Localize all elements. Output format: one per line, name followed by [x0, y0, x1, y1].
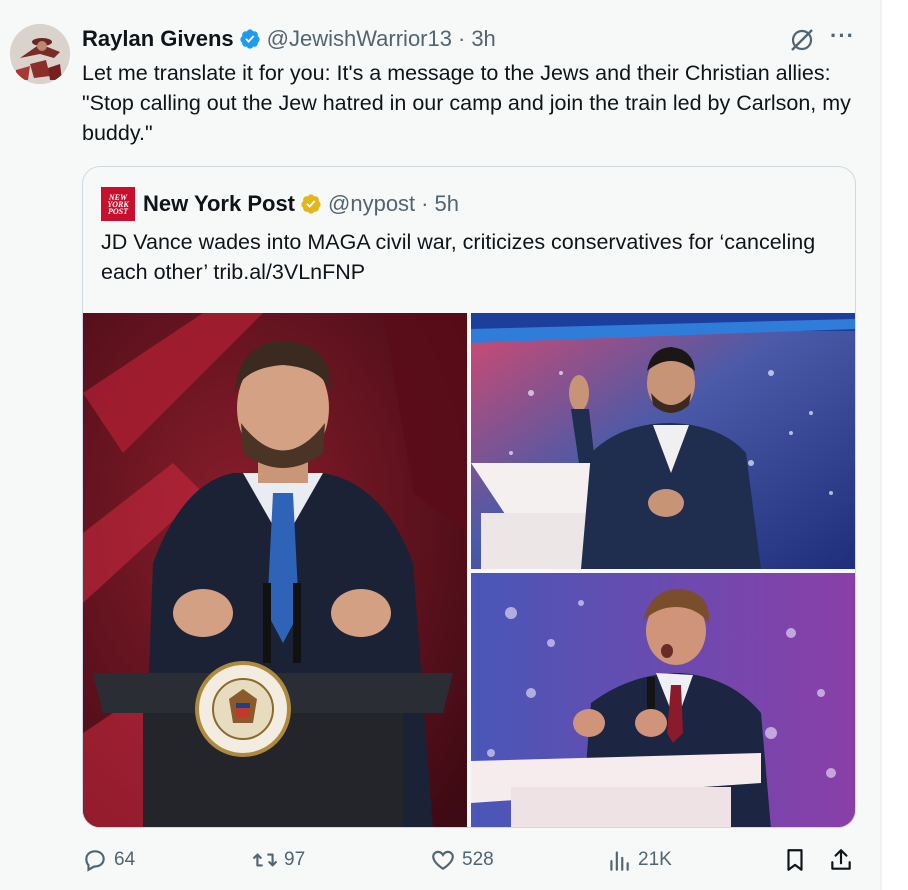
views-count: 21K [638, 849, 672, 870]
more-icon[interactable]: ··· [830, 25, 856, 54]
reply-button[interactable]: 64 [82, 842, 135, 878]
photo-vance[interactable] [83, 313, 467, 827]
tweet-time[interactable]: 3h [471, 26, 495, 52]
quote-header: NEW YORK POST New York Post @nypost · 5h [101, 187, 459, 221]
nypost-logo[interactable]: NEW YORK POST [101, 187, 135, 221]
repost-icon [253, 853, 277, 867]
bookmark-button[interactable] [782, 842, 814, 878]
reply-count: 64 [114, 849, 136, 870]
grok-icon[interactable] [788, 26, 816, 54]
verified-badge-icon [301, 194, 321, 214]
quote-time[interactable]: 5h [435, 191, 459, 217]
quote-author-name[interactable]: New York Post [143, 191, 295, 217]
quote-text: JD Vance wades into MAGA civil war, crit… [101, 230, 816, 284]
logo-line: POST [108, 206, 128, 216]
separator: · [457, 26, 466, 51]
action-bar: 64 97 528 21K [82, 842, 862, 878]
separator: · [421, 191, 429, 216]
share-icon [831, 849, 851, 870]
like-count: 528 [462, 849, 494, 870]
share-button[interactable] [828, 842, 860, 878]
avatar[interactable] [10, 24, 70, 84]
bookmark-icon [787, 849, 803, 871]
tweet-header: Raylan Givens @JewishWarrior13 · 3h [82, 24, 496, 54]
photo-speaker-top[interactable] [471, 313, 855, 569]
views-button[interactable]: 21K [606, 842, 672, 878]
views-icon [610, 851, 629, 871]
like-button[interactable]: 528 [430, 842, 494, 878]
author-name[interactable]: Raylan Givens [82, 26, 234, 52]
photo-speaker-bottom[interactable] [471, 573, 855, 827]
verified-badge-icon [240, 29, 260, 49]
like-icon [432, 850, 454, 870]
tweet-text: Let me translate it for you: It's a mess… [82, 61, 851, 145]
column-border [880, 0, 882, 890]
quoted-tweet[interactable]: NEW YORK POST New York Post @nypost · 5h… [82, 166, 856, 828]
tweet[interactable]: Raylan Givens @JewishWarrior13 · 3h ··· … [0, 0, 880, 890]
quote-author-handle[interactable]: @nypost [328, 191, 415, 217]
author-handle[interactable]: @JewishWarrior13 [267, 26, 452, 52]
repost-button[interactable]: 97 [252, 842, 305, 878]
repost-count: 97 [284, 849, 306, 870]
reply-icon [85, 850, 105, 872]
